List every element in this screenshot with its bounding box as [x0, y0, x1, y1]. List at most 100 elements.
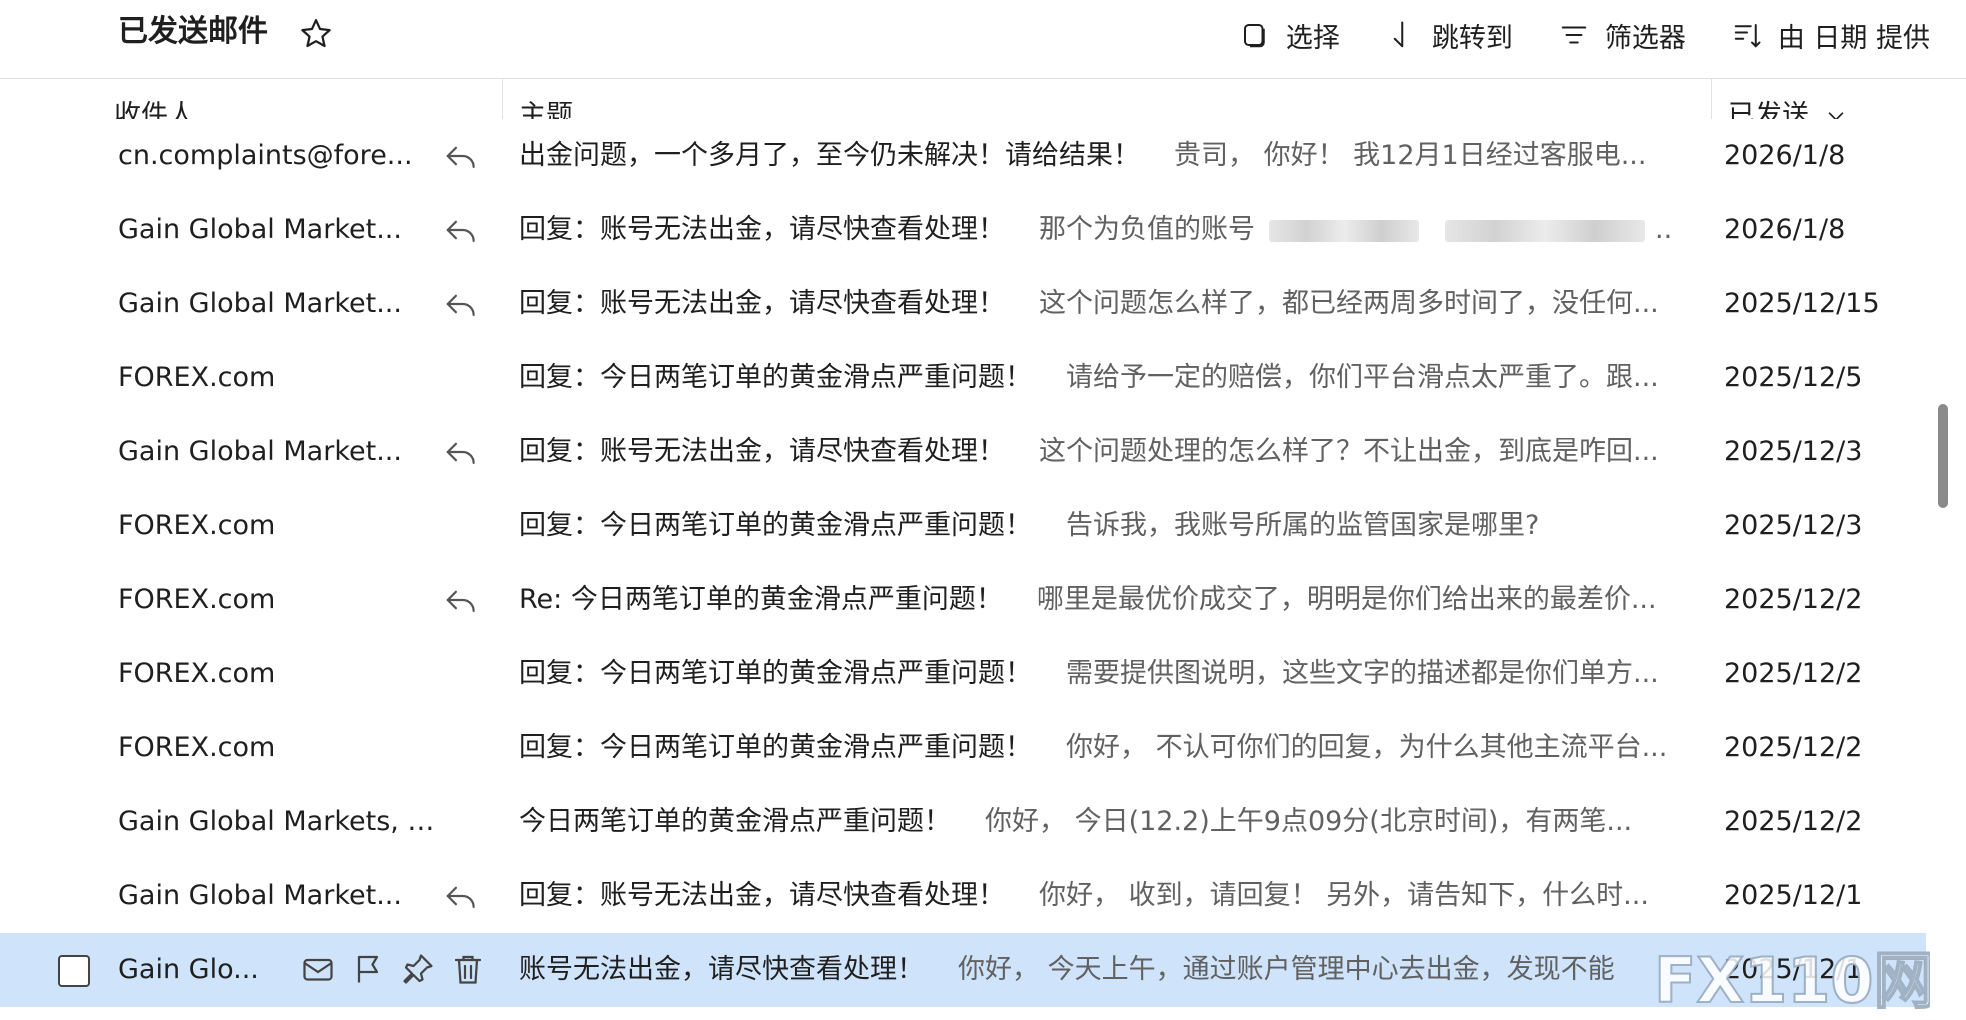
message-row[interactable]: cn.complaints@fore... 出金问题，一个多月了，至今仍未解决！请…: [0, 119, 1926, 194]
filter-button[interactable]: 筛选器: [1559, 16, 1686, 55]
message-preview: 请给予一定的赔偿，你们平台滑点太严重了。跟...: [1066, 362, 1659, 393]
message-date: 2025/12/2: [1724, 732, 1863, 763]
row-quick-actions: [300, 951, 486, 987]
message-subject: 回复：账号无法出金，请尽快查看处理！ 这个问题处理的怎么样了？不让出金，到底是咋回…: [519, 435, 1689, 469]
subject-text: 出金问题，一个多月了，至今仍未解决！请给结果！: [519, 140, 1140, 171]
subject-text: 回复：今日两笔订单的黄金滑点严重问题！: [519, 658, 1032, 689]
message-preview: 你好， 今天上午，通过账户管理中心去出金，发现不能: [958, 954, 1615, 985]
replied-icon: [446, 590, 475, 612]
select-button[interactable]: 选择: [1240, 16, 1340, 55]
message-row-selected[interactable]: Gain Glo... 账号无法出金，请尽快查看处理！ 你好， 今天上午，通过账户管…: [0, 933, 1926, 1007]
subject-text: 账号无法出金，请尽快查看处理！: [519, 954, 924, 985]
mark-read-icon[interactable]: [300, 951, 336, 987]
redacted-text: [1445, 219, 1645, 242]
message-subject: 账号无法出金，请尽快查看处理！ 你好， 今天上午，通过账户管理中心去出金，发现不能: [519, 953, 1689, 987]
replied-icon: [446, 146, 475, 168]
message-subject: 回复：账号无法出金，请尽快查看处理！ 那个为负值的账号..: [519, 214, 1673, 245]
message-date: 2025/12/1: [1724, 954, 1863, 985]
message-preview: 需要提供图说明，这些文字的描述都是你们单方...: [1066, 658, 1659, 689]
message-row[interactable]: FOREX.com 回复：今日两笔订单的黄金滑点严重问题！ 需要提供图说明，这些文字…: [0, 637, 1926, 712]
filter-icon: [1561, 26, 1587, 44]
message-date: 2025/12/2: [1724, 806, 1863, 837]
message-row[interactable]: FOREX.com 回复：今日两笔订单的黄金滑点严重问题！ 告诉我，我账号所属的监管…: [0, 489, 1926, 564]
replied-icon: [446, 220, 475, 242]
sort-label: 由 日期 提供: [1777, 22, 1930, 54]
message-date: 2025/12/3: [1724, 510, 1863, 541]
message-preview: 哪里是最优价成交了，明明是你们给出来的最差价...: [1036, 584, 1657, 615]
filter-label: 筛选器: [1604, 22, 1686, 54]
subject-text: 回复：今日两笔订单的黄金滑点严重问题！: [519, 510, 1032, 541]
redacted-text: [1269, 219, 1419, 242]
message-preview: 这个问题怎么样了，都已经两周多时间了，没任何...: [1039, 288, 1659, 319]
sort-icon: [1734, 24, 1761, 48]
message-preview: 这个问题处理的怎么样了？不让出金，到底是咋回...: [1039, 436, 1659, 467]
message-recipient: cn.complaints@fore...: [118, 140, 413, 171]
select-icon: [1243, 24, 1265, 48]
message-subject: 今日两笔订单的黄金滑点严重问题！ 你好， 今日(12.2)上午9点09分(北京时间…: [519, 805, 1689, 839]
message-row[interactable]: Gain Global Market... 回复：账号无法出金，请尽快查看处理！ 你…: [0, 859, 1926, 934]
message-recipient: Gain Global Market...: [118, 880, 402, 911]
message-preview: 那个为负值的账号: [1039, 214, 1255, 245]
subject-text: 回复：今日两笔订单的黄金滑点严重问题！: [519, 732, 1032, 763]
sort-button[interactable]: 由 日期 提供: [1732, 16, 1930, 55]
pin-icon[interactable]: [400, 951, 436, 987]
jump-to-button[interactable]: 跳转到: [1386, 16, 1513, 55]
message-recipient: Gain Global Market...: [118, 436, 402, 467]
message-preview: 你好， 不认可你们的回复，为什么其他主流平台...: [1066, 732, 1668, 763]
subject-text: 回复：账号无法出金，请尽快查看处理！: [519, 880, 1005, 911]
message-row[interactable]: FOREX.com 回复：今日两笔订单的黄金滑点严重问题！ 请给予一定的赔偿，你们平…: [0, 341, 1926, 416]
message-subject: 回复：今日两笔订单的黄金滑点严重问题！ 你好， 不认可你们的回复，为什么其他主流平…: [519, 731, 1689, 765]
message-date: 2025/12/15: [1724, 288, 1880, 319]
message-recipient: FOREX.com: [118, 510, 276, 541]
jump-arrow-icon: [1393, 21, 1404, 48]
message-recipient: FOREX.com: [118, 584, 276, 615]
subject-text: 回复：今日两笔订单的黄金滑点严重问题！: [519, 362, 1032, 393]
message-preview: 你好， 今日(12.2)上午9点09分(北京时间)，有两笔...: [985, 806, 1633, 837]
replied-icon: [446, 442, 475, 464]
select-label: 选择: [1285, 22, 1340, 54]
replied-icon: [446, 886, 475, 908]
message-preview: 贵司， 你好！ 我12月1日经过客服电...: [1174, 140, 1647, 171]
message-preview: 告诉我，我账号所属的监管国家是哪里?: [1066, 510, 1540, 541]
message-subject: 出金问题，一个多月了，至今仍未解决！请给结果！ 贵司， 你好！ 我12月1日经过客…: [519, 139, 1689, 173]
message-recipient: Gain Global Markets, I...: [118, 806, 438, 837]
message-date: 2025/12/5: [1724, 362, 1863, 393]
folder-title: 已发送邮件: [118, 14, 268, 49]
row-checkbox[interactable]: [58, 955, 90, 987]
message-date: 2025/12/3: [1724, 436, 1863, 467]
message-recipient: Gain Global Market...: [118, 214, 402, 245]
message-row[interactable]: Gain Global Market... 回复：账号无法出金，请尽快查看处理！ 这…: [0, 267, 1926, 342]
scrollbar-thumb[interactable]: [1938, 404, 1948, 508]
replied-icon: [446, 294, 475, 316]
message-preview: 你好， 收到，请回复！ 另外，请告知下，什么时...: [1039, 880, 1649, 911]
message-row[interactable]: Gain Global Market... 回复：账号无法出金，请尽快查看处理！ 那…: [0, 193, 1926, 268]
message-row[interactable]: Gain Global Market... 回复：账号无法出金，请尽快查看处理！ 这…: [0, 415, 1926, 490]
message-subject: 回复：账号无法出金，请尽快查看处理！ 你好， 收到，请回复！ 另外，请告知下，什么…: [519, 879, 1689, 913]
favorite-star-icon[interactable]: [298, 16, 334, 52]
message-subject: 回复：账号无法出金，请尽快查看处理！ 这个问题怎么样了，都已经两周多时间了，没任何…: [519, 287, 1689, 321]
subject-text: 回复：账号无法出金，请尽快查看处理！: [519, 214, 1005, 245]
message-subject: Re: 今日两笔订单的黄金滑点严重问题！ 哪里是最优价成交了，明明是你们给出来的最…: [519, 583, 1689, 617]
message-recipient: FOREX.com: [118, 362, 276, 393]
message-recipient: Gain Global Market...: [118, 288, 402, 319]
message-date: 2026/1/8: [1724, 214, 1846, 245]
message-date: 2025/12/2: [1724, 658, 1863, 689]
message-date: 2025/12/1: [1724, 880, 1863, 911]
message-subject: 回复：今日两笔订单的黄金滑点严重问题！ 告诉我，我账号所属的监管国家是哪里?: [519, 509, 1689, 543]
flag-icon[interactable]: [350, 951, 386, 987]
message-subject: 回复：今日两笔订单的黄金滑点严重问题！ 请给予一定的赔偿，你们平台滑点太严重了。跟…: [519, 361, 1689, 395]
folder-header: 已发送邮件 选择 跳转到 筛选器 由 日期 提供: [0, 0, 1966, 79]
jump-to-label: 跳转到: [1431, 22, 1513, 54]
message-row[interactable]: Gain Global Markets, I... 今日两笔订单的黄金滑点严重问题…: [0, 785, 1926, 860]
scrollbar-track[interactable]: [1926, 153, 1966, 1020]
subject-text: 今日两笔订单的黄金滑点严重问题！: [519, 806, 951, 837]
message-date: 2025/12/2: [1724, 584, 1863, 615]
subject-text: 回复：账号无法出金，请尽快查看处理！: [519, 436, 1005, 467]
subject-text: 回复：账号无法出金，请尽快查看处理！: [519, 288, 1005, 319]
message-row[interactable]: FOREX.com Re: 今日两笔订单的黄金滑点严重问题！ 哪里是最优价成交了，明…: [0, 563, 1926, 638]
message-row[interactable]: FOREX.com 回复：今日两笔订单的黄金滑点严重问题！ 你好， 不认可你们的回复…: [0, 711, 1926, 786]
message-date: 2026/1/8: [1724, 140, 1846, 171]
delete-icon[interactable]: [450, 951, 486, 987]
subject-text: Re: 今日两笔订单的黄金滑点严重问题！: [519, 584, 1003, 615]
message-subject: 回复：今日两笔订单的黄金滑点严重问题！ 需要提供图说明，这些文字的描述都是你们单方…: [519, 657, 1689, 691]
